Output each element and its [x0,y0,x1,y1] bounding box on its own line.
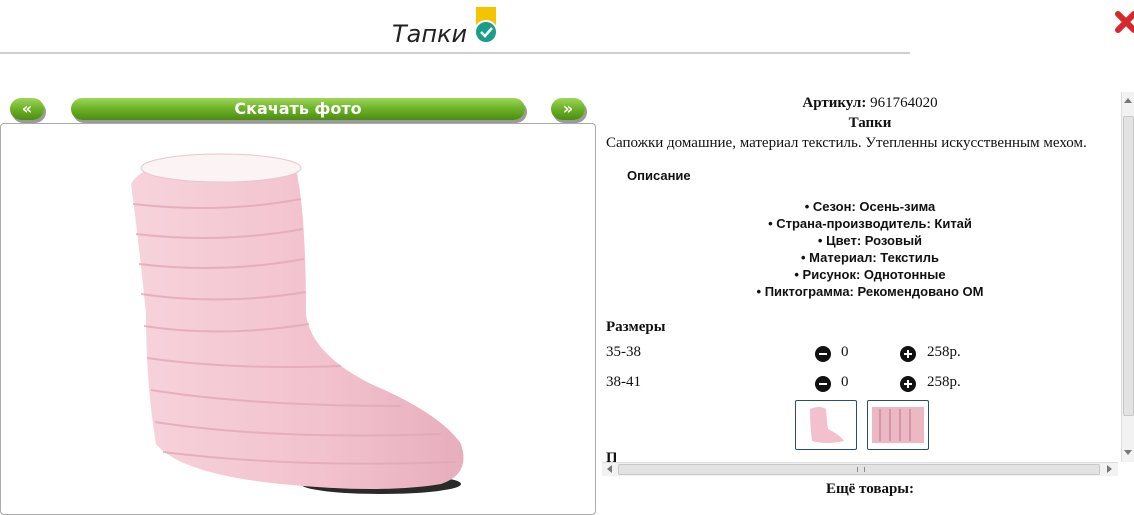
vertical-scrollbar[interactable] [1121,92,1134,462]
header-divider [0,52,910,54]
size-quantity: 0 [841,374,849,390]
product-details-panel: Артикул: 961764020 Тапки Сапожки домашни… [600,90,1120,460]
scrollbar-thumb[interactable] [618,464,1100,475]
sku-line: Артикул: 961764020 [600,95,1120,112]
plus-icon[interactable] [900,346,916,362]
product-name: Тапки [848,115,892,131]
property-item: • Рисунок: Однотонные [794,267,946,282]
scroll-down-arrow[interactable] [1124,450,1132,455]
sizes-heading: Размеры [606,319,666,335]
more-products-links[interactable] [678,499,1118,505]
size-row: 38-41 0 258р. [606,374,1120,396]
property-item: • Материал: Текстиль [800,250,940,265]
verified-badge-icon [474,7,498,44]
minus-icon[interactable] [815,376,831,392]
more-products-heading: Ещё товары: [825,481,915,497]
property-item: • Цвет: Розовый [817,233,923,248]
size-price: 258р. [927,344,961,360]
scroll-up-arrow[interactable] [1124,98,1132,103]
prev-photo-button[interactable]: « [10,98,44,120]
minus-icon[interactable] [815,346,831,362]
property-item: • Пиктограмма: Рекомендовано ОМ [756,284,984,299]
product-photo-frame [0,123,596,515]
plus-icon[interactable] [900,376,916,392]
horizontal-scrollbar[interactable] [602,462,1118,476]
close-icon[interactable] [1114,6,1134,36]
truncated-text: П [606,450,616,462]
size-label: 38-41 [606,374,641,390]
product-description: Сапожки домашние, материал текстиль. Уте… [606,135,1087,151]
thumbnail-1[interactable] [795,400,857,450]
page-title: Тапки [392,20,468,48]
scroll-right-arrow[interactable] [1107,465,1112,473]
size-price: 258р. [927,374,961,390]
thumbnail-image [872,407,924,443]
size-label: 35-38 [606,344,641,360]
download-photo-button[interactable]: Скачать фото [71,98,525,120]
sku-value: 961764020 [870,95,938,111]
thumbnail-2[interactable] [867,400,929,450]
properties-list: • Сезон: Осень-зима • Страна-производите… [600,198,1120,300]
thumbnail-image [810,407,844,443]
property-item: • Сезон: Осень-зима [804,199,936,214]
size-row: 35-38 0 258р. [606,344,1120,366]
description-heading: Описание [627,168,691,183]
product-photo [131,153,464,494]
sku-label: Артикул: [802,95,867,111]
property-item: • Страна-производитель: Китай [768,216,972,231]
scrollbar-thumb[interactable] [1123,116,1134,416]
scroll-left-arrow[interactable] [607,465,612,473]
next-photo-button[interactable]: » [551,98,585,120]
size-quantity: 0 [841,344,849,360]
